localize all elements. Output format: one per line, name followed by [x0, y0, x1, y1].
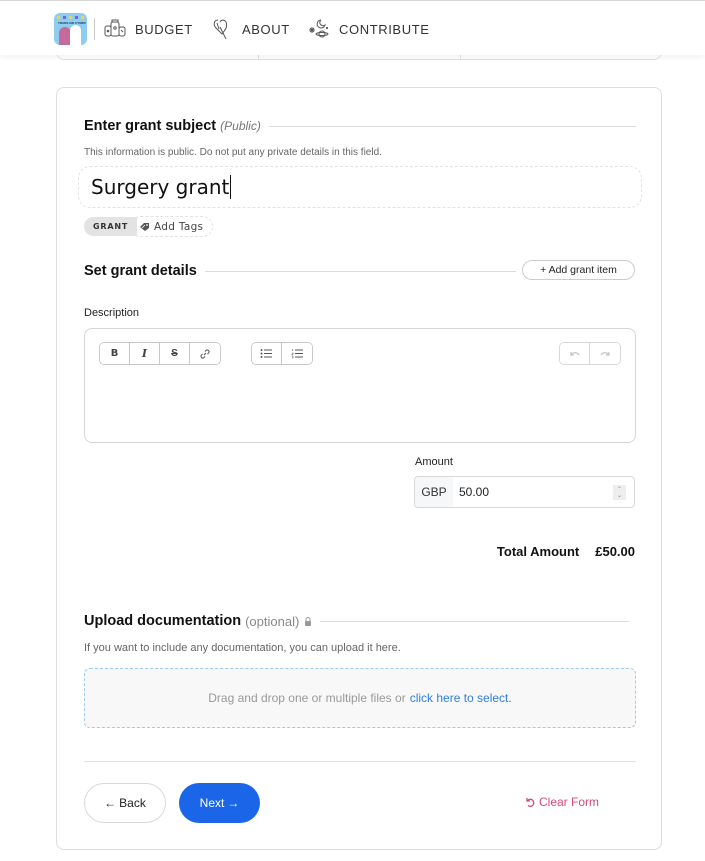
site-logo[interactable]: TRANS AID CYMRU [54, 13, 87, 45]
footer-divider [84, 761, 636, 762]
chevron-down-icon[interactable]: ⌄ [617, 493, 622, 499]
add-grant-item-button[interactable]: + Add grant item [522, 260, 635, 280]
total-amount-row: Total Amount £50.00 [437, 544, 635, 559]
list-toolbar-group [251, 342, 313, 365]
ordered-list-icon [291, 349, 303, 359]
hand-heart-icon [213, 19, 228, 40]
format-toolbar-group: B I S [99, 342, 221, 365]
select-files-link[interactable]: click here to select. [410, 691, 512, 705]
section-title: Upload documentation [84, 613, 242, 629]
back-button[interactable]: ← Back [84, 783, 166, 823]
ordered-list-button[interactable] [282, 343, 312, 364]
currency-addon: GBP [415, 477, 453, 507]
amount-spinner[interactable]: ⌃ ⌄ [613, 485, 626, 500]
subject-section-header: Enter grant subject (Public) [84, 118, 636, 134]
total-label: Total Amount [496, 544, 580, 559]
undo-button[interactable] [560, 343, 590, 364]
italic-icon: I [141, 347, 148, 360]
bullet-list-icon [260, 349, 272, 358]
nav-label: BUDGET [135, 21, 193, 37]
grant-subject-input[interactable]: Surgery grant [78, 166, 642, 208]
section-rule [268, 125, 636, 127]
description-label: Description [84, 307, 140, 319]
grant-form-card: Enter grant subject (Public) This inform… [56, 87, 662, 850]
section-title: Set grant details [84, 263, 197, 279]
total-value: £50.00 [595, 544, 635, 559]
amount-input-group: GBP 50.00 ⌃ ⌄ [414, 476, 635, 508]
nav-item-contribute[interactable]: CONTRIBUTE [307, 16, 430, 42]
redo-icon [600, 351, 610, 356]
nav-label: CONTRIBUTE [339, 21, 430, 37]
upload-help-text: If you want to include any documentation… [84, 642, 401, 654]
undo-icon [569, 351, 579, 356]
link-button[interactable] [190, 343, 220, 364]
file-dropzone[interactable]: Drag and drop one or multiple files or c… [84, 668, 636, 728]
nav-item-budget[interactable]: BUDGET [103, 16, 193, 42]
strikethrough-icon: S [171, 348, 178, 359]
stars-planet-icon [309, 19, 329, 38]
bullet-list-button[interactable] [252, 343, 282, 364]
lock-icon [305, 616, 312, 626]
section-rule [204, 270, 516, 272]
subject-help-text: This information is public. Do not put a… [84, 147, 382, 158]
amount-input[interactable]: 50.00 [453, 477, 634, 507]
dropzone-text: Drag and drop one or multiple files or [208, 691, 406, 705]
redo-button[interactable] [590, 343, 620, 364]
jars-icon [104, 19, 126, 37]
link-icon [200, 348, 210, 359]
upload-section-header: Upload documentation (optional) [84, 613, 629, 629]
section-hint: (Public) [220, 119, 261, 133]
nav-label: ABOUT [242, 21, 290, 37]
section-title: Enter grant subject [84, 118, 217, 134]
section-hint: (optional) [245, 613, 300, 629]
arrow-right-icon: → [227, 796, 240, 810]
strikethrough-button[interactable]: S [160, 343, 190, 364]
nav-item-about[interactable]: ABOUT [210, 16, 290, 42]
next-button[interactable]: Next → [179, 783, 260, 823]
italic-button[interactable]: I [130, 343, 160, 364]
description-editor[interactable]: B I S [84, 328, 636, 443]
amount-label: Amount [415, 456, 453, 468]
tag-icon [140, 222, 149, 231]
bold-button[interactable]: B [100, 343, 130, 364]
clear-form-button[interactable]: Clear Form [525, 793, 599, 811]
reset-icon [526, 798, 535, 807]
section-rule [320, 620, 629, 622]
nav-separator [94, 18, 95, 40]
details-section-header: Set grant details [84, 263, 516, 279]
top-navbar: TRANS AID CYMRU BUDGET ABOUT CONTRIBUTE [0, 1, 705, 55]
bold-icon: B [110, 348, 119, 359]
history-toolbar-group [559, 342, 621, 365]
add-tags-button[interactable]: Add Tags [130, 216, 214, 237]
arrow-left-icon: ← [104, 796, 117, 810]
text-caret [230, 175, 232, 199]
